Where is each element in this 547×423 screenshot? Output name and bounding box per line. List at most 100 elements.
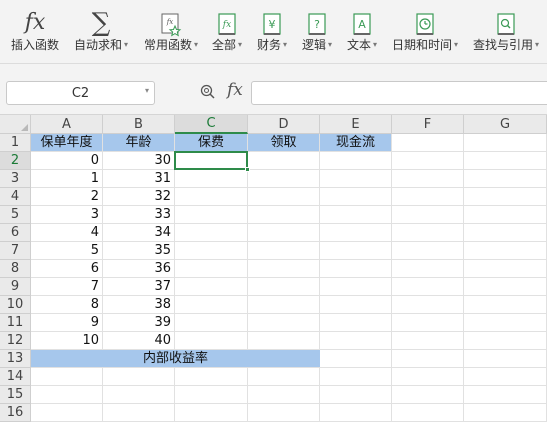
name-box[interactable]: C2 ▾ <box>6 81 155 105</box>
row-header-5[interactable]: 5 <box>0 206 31 224</box>
cell-e14[interactable] <box>320 368 392 386</box>
cell-b15[interactable] <box>103 386 175 404</box>
cell-f8[interactable] <box>392 260 464 278</box>
row-header-12[interactable]: 12 <box>0 332 31 350</box>
cell-e11[interactable] <box>320 314 392 332</box>
row-header-10[interactable]: 10 <box>0 296 31 314</box>
fill-handle[interactable] <box>245 167 250 172</box>
cell-d6[interactable] <box>248 224 320 242</box>
fx-icon[interactable]: fx <box>227 80 243 100</box>
row-header-16[interactable]: 16 <box>0 404 31 422</box>
column-header-c[interactable]: C <box>175 115 248 134</box>
cell-a16[interactable] <box>31 404 103 422</box>
common-functions-button[interactable]: fx 常用函数 ▾ <box>140 0 202 64</box>
row-header-7[interactable]: 7 <box>0 242 31 260</box>
cell-g16[interactable] <box>464 404 547 422</box>
cell-b8[interactable]: 36 <box>103 260 175 278</box>
cell-d8[interactable] <box>248 260 320 278</box>
cell-f15[interactable] <box>392 386 464 404</box>
cell-c12[interactable] <box>175 332 248 350</box>
lookup-reference-button[interactable]: 查找与引用 ▾ <box>469 0 543 64</box>
cell-f6[interactable] <box>392 224 464 242</box>
cell-a1[interactable]: 保单年度 <box>31 134 103 152</box>
irr-label-cell[interactable]: 内部收益率 <box>31 350 320 368</box>
cell-d12[interactable] <box>248 332 320 350</box>
cell-d9[interactable] <box>248 278 320 296</box>
cell-e9[interactable] <box>320 278 392 296</box>
cell-e4[interactable] <box>320 188 392 206</box>
cell-g3[interactable] <box>464 170 547 188</box>
row-header-8[interactable]: 8 <box>0 260 31 278</box>
date-time-button[interactable]: 日期和时间 ▾ <box>388 0 462 64</box>
cell-f13[interactable] <box>392 350 464 368</box>
cell-a8[interactable]: 6 <box>31 260 103 278</box>
cell-a3[interactable]: 1 <box>31 170 103 188</box>
cell-a10[interactable]: 8 <box>31 296 103 314</box>
cell-d2[interactable] <box>248 152 320 170</box>
cell-c1[interactable]: 保费 <box>175 134 248 152</box>
cell-c3[interactable] <box>175 170 248 188</box>
cell-b6[interactable]: 34 <box>103 224 175 242</box>
cell-c9[interactable] <box>175 278 248 296</box>
cell-f5[interactable] <box>392 206 464 224</box>
cell-c14[interactable] <box>175 368 248 386</box>
cell-d7[interactable] <box>248 242 320 260</box>
cell-g15[interactable] <box>464 386 547 404</box>
cell-f3[interactable] <box>392 170 464 188</box>
row-header-9[interactable]: 9 <box>0 278 31 296</box>
cell-f4[interactable] <box>392 188 464 206</box>
cell-c16[interactable] <box>175 404 248 422</box>
text-functions-button[interactable]: A 文本 ▾ <box>343 0 381 64</box>
logical-button[interactable]: ? 逻辑 ▾ <box>298 0 336 64</box>
cell-b12[interactable]: 40 <box>103 332 175 350</box>
cell-b1[interactable]: 年龄 <box>103 134 175 152</box>
cell-b3[interactable]: 31 <box>103 170 175 188</box>
cell-b2[interactable]: 30 <box>103 152 175 170</box>
cell-c11[interactable] <box>175 314 248 332</box>
cell-g9[interactable] <box>464 278 547 296</box>
row-header-14[interactable]: 14 <box>0 368 31 386</box>
cell-a14[interactable] <box>31 368 103 386</box>
cell-f2[interactable] <box>392 152 464 170</box>
cell-d14[interactable] <box>248 368 320 386</box>
autosum-button[interactable]: ∑ 自动求和 ▾ <box>70 0 132 64</box>
cell-b7[interactable]: 35 <box>103 242 175 260</box>
cell-g13[interactable] <box>464 350 547 368</box>
zoom-icon[interactable] <box>200 84 218 100</box>
row-header-4[interactable]: 4 <box>0 188 31 206</box>
row-header-3[interactable]: 3 <box>0 170 31 188</box>
cell-e3[interactable] <box>320 170 392 188</box>
cell-c10[interactable] <box>175 296 248 314</box>
cell-c7[interactable] <box>175 242 248 260</box>
cell-b9[interactable]: 37 <box>103 278 175 296</box>
cell-e10[interactable] <box>320 296 392 314</box>
formula-input[interactable] <box>251 81 547 105</box>
cell-e15[interactable] <box>320 386 392 404</box>
cell-f9[interactable] <box>392 278 464 296</box>
cell-a5[interactable]: 3 <box>31 206 103 224</box>
cell-g6[interactable] <box>464 224 547 242</box>
column-header-f[interactable]: F <box>392 115 464 134</box>
cell-e1[interactable]: 现金流 <box>320 134 392 152</box>
cell-g14[interactable] <box>464 368 547 386</box>
cell-b11[interactable]: 39 <box>103 314 175 332</box>
cell-g10[interactable] <box>464 296 547 314</box>
cell-a6[interactable]: 4 <box>31 224 103 242</box>
cell-b14[interactable] <box>103 368 175 386</box>
cell-b16[interactable] <box>103 404 175 422</box>
cell-g12[interactable] <box>464 332 547 350</box>
cell-e2[interactable] <box>320 152 392 170</box>
select-all-corner[interactable] <box>0 115 31 134</box>
cell-d11[interactable] <box>248 314 320 332</box>
cell-a11[interactable]: 9 <box>31 314 103 332</box>
cell-f7[interactable] <box>392 242 464 260</box>
financial-button[interactable]: ¥ 财务 ▾ <box>253 0 291 64</box>
cell-a15[interactable] <box>31 386 103 404</box>
column-header-b[interactable]: B <box>103 115 175 134</box>
cell-c5[interactable] <box>175 206 248 224</box>
cell-e12[interactable] <box>320 332 392 350</box>
cell-f1[interactable] <box>392 134 464 152</box>
row-header-13[interactable]: 13 <box>0 350 31 368</box>
cell-c6[interactable] <box>175 224 248 242</box>
column-header-g[interactable]: G <box>464 115 547 134</box>
